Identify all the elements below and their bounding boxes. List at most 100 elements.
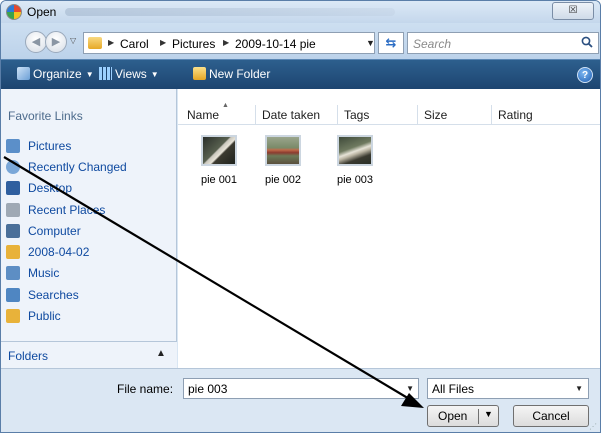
sidebar-item-computer[interactable]: Computer [6, 220, 171, 241]
pictures-icon [6, 138, 20, 153]
photo-thumbnail [201, 135, 237, 166]
resize-grip-icon[interactable]: ⋰ [589, 422, 597, 431]
refresh-button[interactable]: ⇆ [378, 32, 404, 54]
window-title: Open [27, 5, 57, 19]
file-name-label: pie 003 [336, 174, 374, 186]
folder-icon [6, 245, 20, 260]
search-input[interactable]: Search [407, 32, 599, 54]
organize-button[interactable]: Organize ▼ [17, 67, 94, 81]
sidebar-item-desktop[interactable]: Desktop [6, 178, 171, 199]
breadcrumb-separator-icon[interactable]: ▶ [223, 38, 229, 47]
sidebar-item-label: Desktop [28, 181, 73, 196]
file-item-pie-002[interactable]: pie 002 [258, 135, 308, 186]
favorite-links-heading: Favorite Links [8, 109, 83, 123]
file-name-value: pie 003 [188, 382, 228, 396]
breadcrumb-separator-icon[interactable]: ▶ [108, 38, 114, 47]
file-name-label: File name: [117, 382, 174, 396]
column-header-name[interactable]: ▲ Name [187, 102, 229, 122]
breadcrumb-pictures[interactable]: Pictures [172, 37, 215, 51]
cancel-button[interactable]: Cancel [513, 405, 589, 427]
title-bar[interactable]: Open ☒ [1, 1, 600, 23]
file-item-pie-001[interactable]: pie 001 [194, 135, 244, 186]
file-type-value: All Files [432, 382, 475, 396]
sidebar-item-label: Public [28, 309, 61, 324]
column-divider[interactable] [491, 105, 492, 125]
folder-icon [88, 37, 102, 49]
address-bar[interactable]: ▶ Carol ▶ Pictures ▶ 2009-10-14 pie ▼ [83, 32, 375, 54]
file-list-pane[interactable]: ▲ Name Date taken Tags Size Rating pie 00… [178, 89, 600, 368]
dialog-footer: File name: pie 003 ▼ All Files ▼ Open ▼ … [1, 368, 600, 432]
photo-thumbnail [265, 135, 301, 166]
sidebar-item-public[interactable]: Public [6, 305, 171, 326]
photo-thumbnail [337, 135, 373, 166]
sidebar-item-2008-04-02[interactable]: 2008-04-02 [6, 241, 171, 262]
toolbar: Organize ▼ Views ▼ New Folder ? [1, 59, 600, 89]
folders-toggle[interactable]: Folders ▲ [1, 341, 177, 368]
chevron-down-icon: ▼ [150, 70, 159, 79]
column-divider[interactable] [255, 105, 256, 125]
sidebar-item-label: Recently Changed [28, 159, 127, 174]
search-icon[interactable] [581, 36, 593, 48]
open-button[interactable]: Open ▼ [427, 405, 499, 427]
favorite-links-list: Pictures Recently Changed Desktop Recent… [6, 135, 171, 327]
column-headers: ▲ Name Date taken Tags Size Rating [178, 102, 600, 125]
open-dialog: Open ☒ ◀ ▶ ▽ ▶ Carol ▶ Pictures ▶ 2009-1… [0, 0, 601, 433]
breadcrumb-carol[interactable]: Carol [120, 37, 149, 51]
recent-places-icon [6, 202, 20, 217]
app-icon [6, 4, 22, 20]
sidebar-item-label: Music [28, 266, 60, 281]
sidebar-item-label: Computer [28, 223, 81, 238]
column-header-date-taken[interactable]: Date taken [262, 108, 320, 122]
file-name-input[interactable]: pie 003 ▼ [183, 378, 419, 399]
new-folder-button[interactable]: New Folder [193, 67, 270, 81]
computer-icon [6, 223, 20, 238]
chevron-down-icon: ▼ [575, 384, 583, 393]
views-icon [99, 67, 112, 80]
column-header-label: Name [187, 108, 220, 122]
chevron-up-icon: ▲ [156, 348, 166, 359]
organize-icon [17, 67, 30, 80]
address-row: ◀ ▶ ▽ ▶ Carol ▶ Pictures ▶ 2009-10-14 pi… [1, 23, 600, 59]
sidebar-item-recently-changed[interactable]: Recently Changed [6, 156, 171, 177]
column-header-tags[interactable]: Tags [344, 108, 369, 122]
sidebar-item-searches[interactable]: Searches [6, 284, 171, 305]
sidebar-item-label: 2008-04-02 [28, 245, 90, 260]
split-divider [478, 409, 479, 424]
column-header-rating[interactable]: Rating [498, 108, 533, 122]
sidebar-item-recent-places[interactable]: Recent Places [6, 199, 171, 220]
breadcrumb-current-folder[interactable]: 2009-10-14 pie [235, 37, 316, 51]
help-icon[interactable]: ? [577, 67, 593, 83]
file-name-label: pie 001 [200, 174, 238, 186]
forward-button[interactable]: ▶ [45, 31, 67, 53]
close-button[interactable]: ☒ [552, 2, 594, 20]
column-divider[interactable] [417, 105, 418, 125]
music-icon [6, 266, 20, 281]
recent-pages-dropdown-icon[interactable]: ▽ [70, 36, 76, 45]
column-divider[interactable] [337, 105, 338, 125]
file-item-pie-003[interactable]: pie 003 [330, 135, 380, 186]
new-folder-label: New Folder [209, 67, 271, 81]
views-label: Views [115, 67, 147, 81]
file-type-select[interactable]: All Files ▼ [427, 378, 589, 399]
sort-ascending-icon: ▲ [222, 102, 229, 109]
column-header-size[interactable]: Size [424, 108, 447, 122]
search-placeholder: Search [413, 37, 452, 51]
address-dropdown-icon[interactable]: ▼ [366, 38, 375, 48]
open-options-dropdown-icon[interactable]: ▼ [484, 409, 493, 419]
navigation-pane: Favorite Links Pictures Recently Changed… [1, 89, 177, 368]
chevron-down-icon: ▼ [85, 70, 94, 79]
sidebar-item-label: Recent Places [28, 202, 106, 217]
sidebar-item-label: Pictures [28, 138, 72, 153]
organize-label: Organize [33, 67, 82, 81]
chevron-down-icon[interactable]: ▼ [406, 384, 414, 393]
views-button[interactable]: Views ▼ [99, 67, 159, 81]
recently-changed-icon [6, 159, 20, 174]
new-folder-icon [193, 67, 206, 80]
sidebar-item-pictures[interactable]: Pictures [6, 135, 171, 156]
open-button-label: Open [438, 409, 468, 423]
blurred-title-path [65, 8, 395, 16]
sidebar-item-label: Searches [28, 287, 79, 302]
breadcrumb-separator-icon[interactable]: ▶ [160, 38, 166, 47]
back-button[interactable]: ◀ [25, 31, 47, 53]
sidebar-item-music[interactable]: Music [6, 263, 171, 284]
